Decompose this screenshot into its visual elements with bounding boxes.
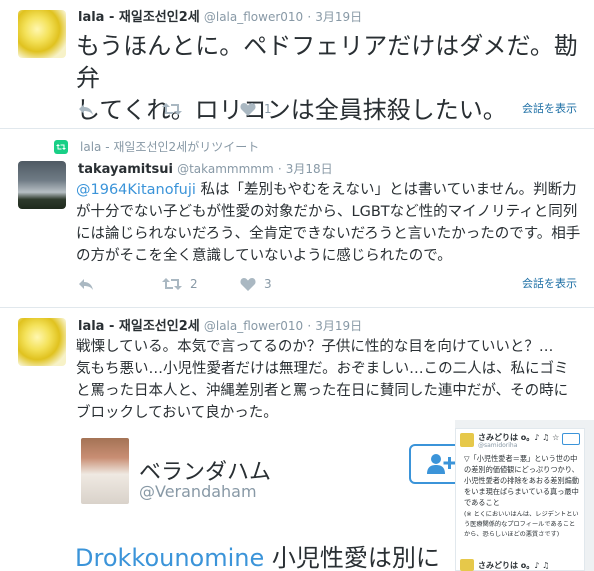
like-count: 1 — [264, 102, 272, 116]
overlay-text: ▽「小児性愛者＝悪」という世の中の差別的価値観にどっぷりつかり、小児性愛者の排除… — [464, 453, 580, 540]
like-count: 3 — [264, 277, 272, 291]
tweet-text-fragment: 私は「差別もやむをえない」とは書いていません。判断力 — [195, 182, 577, 198]
tweet-actions: 1 — [78, 102, 588, 120]
overlay-user-handle: @samidoriha — [478, 442, 518, 449]
reply-icon — [79, 104, 93, 115]
avatar[interactable] — [18, 10, 66, 58]
mention-link[interactable]: @1964Kitanofuji — [76, 182, 196, 198]
retweet-icon — [162, 278, 182, 290]
overlay-display-name-2: さみどりは o。♪ ♫ — [478, 561, 550, 570]
retweet-icon — [162, 103, 182, 115]
avatar[interactable] — [18, 161, 66, 209]
reply-button[interactable] — [78, 102, 94, 116]
retweet-button[interactable]: 2 — [162, 277, 198, 291]
tweet-header: takayamitsui @takammmmm · 3月18日 — [78, 161, 333, 178]
tweet-text-line: 戦慄している。本気で言ってるのか？子供に性的な目を向けていいと？… — [76, 339, 554, 355]
overlay-avatar — [460, 433, 474, 447]
heart-icon — [240, 103, 256, 116]
tweet-1: lala - 재일조선인2세 @lala_flower010 · 3月19日 も… — [0, 0, 594, 128]
user-handle[interactable]: @lala_flower010 — [204, 10, 303, 24]
avatar[interactable] — [18, 318, 66, 366]
show-conversation-link[interactable]: 会話を表示 — [522, 275, 577, 291]
like-button[interactable]: 3 — [240, 277, 272, 291]
tweet-text: 戦慄している。本気で言ってるのか？子供に性的な目を向けていいと？… 気もち悪い…… — [76, 336, 591, 424]
tweet-header: lala - 재일조선인2세 @lala_flower010 · 3月19日 — [78, 9, 362, 26]
tweet-text: @1964Kitanofuji 私は「差別もやむをえない」とは書いていません。判… — [76, 179, 591, 267]
retweet-context: lala - 재일조선인2세がリツイート — [54, 138, 259, 155]
separator-dot: · — [307, 10, 312, 24]
embedded-avatar — [81, 438, 129, 504]
overlay-text-main: ▽「小児性愛者＝悪」という世の中の差別的価値観にどっぷりつかり、小児性愛者の排除… — [464, 454, 580, 507]
tweet-header: lala - 재일조선인2세 @lala_flower010 · 3月19日 — [78, 318, 362, 335]
tweet-actions: 2 3 — [78, 277, 588, 295]
tweet-text-line: が十分でない子どもが性愛の対象だから、LGBTなど性的マイノリティと同列 — [76, 204, 578, 220]
display-name[interactable]: lala - 재일조선인2세 — [78, 319, 200, 334]
retweet-context-label[interactable]: lala - 재일조선인2세がリツイート — [80, 138, 259, 155]
display-name[interactable]: takayamitsui — [78, 162, 173, 177]
embedded-text-fragment: 小児性愛は別に — [264, 544, 440, 571]
overlay-text-note: (※ とくにおいいはんは、レジデントという医療関係的なプロフィールであることから… — [464, 511, 579, 538]
show-conversation-link[interactable]: 会話を表示 — [522, 100, 577, 116]
embedded-mention: Drokkounomine — [75, 544, 265, 571]
retweet-context-icon — [54, 139, 68, 154]
like-button[interactable]: 1 — [240, 102, 272, 116]
embedded-overlay-tweet: さみどりは o。♪ ♫ ☆ @samidoriha ▽「小児性愛者＝悪」という世… — [455, 428, 585, 571]
embedded-tweet-text: Drokkounomine 小児性愛は別に — [75, 544, 440, 571]
heart-icon — [240, 278, 256, 291]
tweet-date[interactable]: 3月19日 — [315, 319, 362, 333]
separator-dot: · — [307, 319, 312, 333]
user-handle[interactable]: @lala_flower010 — [204, 319, 303, 333]
tweet-date[interactable]: 3月19日 — [315, 10, 362, 24]
tweet-text-line: もうほんとに。ペドフェリアだけはダメだ。勘弁 — [76, 32, 578, 92]
tweet-text-line: 気もち悪い…小児性愛者だけは無理だ。おぞましい…この二人は、私にゴミ — [76, 361, 569, 377]
reply-button[interactable] — [78, 277, 94, 291]
tweet-text-line: には論じられないだろう、全肯定できないだろうと言いたかったのです。相手 — [76, 226, 581, 242]
separator-dot: · — [277, 162, 282, 176]
retweet-button[interactable] — [162, 102, 182, 116]
display-name[interactable]: lala - 재일조선인2세 — [78, 10, 200, 25]
tweet-attached-image[interactable]: ベランダハム @Verandaham Drokkounomine 小児性愛は別に… — [75, 420, 594, 571]
embedded-user-handle: @Verandaham — [139, 482, 257, 501]
add-user-icon — [427, 454, 456, 474]
retweet-count: 2 — [190, 277, 198, 291]
tweet-text-line: と罵った日本人と、沖縄差別者と罵った在日に賛同した連中だが、その時に — [76, 383, 569, 399]
embedded-profile-card: ベランダハム @Verandaham Drokkounomine 小児性愛は別に — [75, 420, 473, 571]
tweet-2: lala - 재일조선인2세がリツイート takayamitsui @takam… — [0, 129, 594, 307]
overlay-follow-icon — [562, 433, 580, 445]
overlay-avatar-2 — [460, 559, 474, 571]
tweet-text-line: @1964Kitanofuji 私は「差別もやむをえない」とは書いていません。判… — [76, 179, 591, 201]
tweet-text-line: の方がそこを全く意識していないように感じられたので。 — [76, 248, 452, 264]
user-handle[interactable]: @takammmmm — [177, 162, 274, 176]
reply-icon — [79, 279, 93, 290]
tweet-date[interactable]: 3月18日 — [286, 162, 333, 176]
